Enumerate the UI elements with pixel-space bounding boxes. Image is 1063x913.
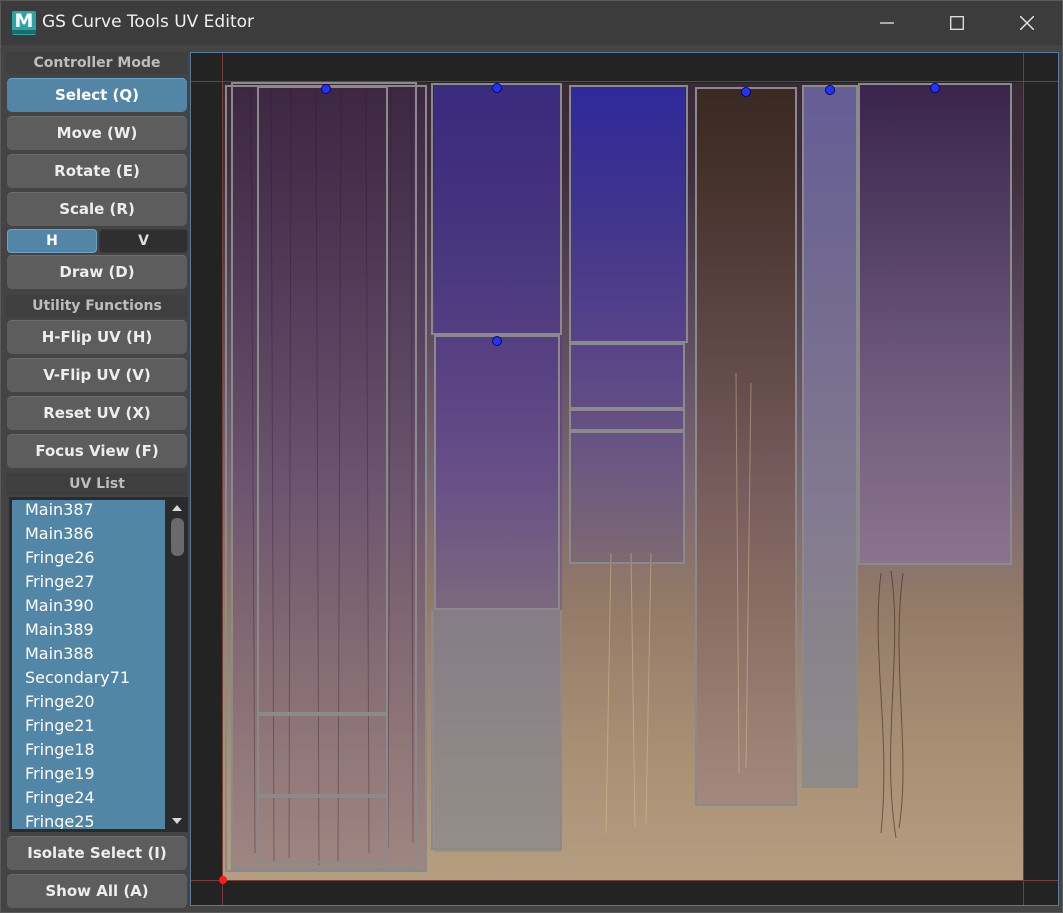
uv-list-items[interactable]: Main387 Main386 Fringe26 Fringe27 Main390 Mai… [12, 500, 165, 829]
title-bar[interactable]: M GS Curve Tools UV Editor [1, 1, 1062, 45]
uv-shell-handle[interactable] [321, 84, 331, 94]
uv-editor-window: M GS Curve Tools UV Editor Controller Mo… [0, 0, 1063, 913]
maya-icon: M [12, 10, 36, 35]
uv-list-item[interactable]: Fringe24 [12, 788, 165, 812]
uv-shell-handle[interactable] [492, 336, 502, 346]
move-button[interactable]: Move (W) [7, 116, 187, 150]
maximize-icon [950, 16, 964, 30]
uv-list-item[interactable]: Main390 [12, 596, 165, 620]
uv-list-item[interactable]: Fringe25 [12, 812, 165, 829]
uv-shell[interactable] [257, 86, 388, 863]
controller-mode-header: Controller Mode [6, 52, 188, 74]
show-all-button[interactable]: Show All (A) [7, 874, 187, 908]
uv-origin-marker [219, 876, 227, 884]
scale-v-toggle[interactable]: V [99, 229, 188, 253]
scale-button[interactable]: Scale (R) [7, 192, 187, 226]
uv-list-item[interactable]: Secondary71 [12, 668, 165, 692]
scroll-up-icon [172, 505, 182, 511]
uv-list-item[interactable]: Fringe19 [12, 764, 165, 788]
close-icon [1020, 16, 1034, 30]
maya-icon-letter: M [14, 10, 34, 32]
uv-list-item[interactable]: Fringe20 [12, 692, 165, 716]
uv-list-item[interactable]: Fringe21 [12, 716, 165, 740]
scroll-down-icon [172, 818, 182, 824]
uv-list-scrollbar[interactable] [167, 498, 187, 831]
uv-list-item[interactable]: Main386 [12, 524, 165, 548]
utility-functions-header: Utility Functions [6, 295, 188, 317]
uv-guide-right [1023, 53, 1024, 905]
reset-uv-button[interactable]: Reset UV (X) [7, 396, 187, 430]
uv-list-item[interactable]: Main387 [12, 500, 165, 524]
uv-list-item[interactable]: Main388 [12, 644, 165, 668]
close-button[interactable] [1004, 1, 1050, 45]
uv-list-item[interactable]: Fringe18 [12, 740, 165, 764]
v-flip-uv-button[interactable]: V-Flip UV (V) [7, 358, 187, 392]
rotate-button[interactable]: Rotate (E) [7, 154, 187, 188]
minimize-button[interactable] [864, 1, 910, 45]
uv-viewport[interactable] [190, 52, 1059, 906]
uv-shell-handle[interactable] [492, 83, 502, 93]
uv-list[interactable]: Main387 Main386 Fringe26 Fringe27 Main390 Mai… [9, 497, 188, 832]
window-title: GS Curve Tools UV Editor [42, 12, 254, 32]
minimize-icon [880, 22, 894, 24]
uv-shell-handle[interactable] [741, 87, 751, 97]
h-flip-uv-button[interactable]: H-Flip UV (H) [7, 320, 187, 354]
uv-shell[interactable] [802, 85, 858, 788]
uv-shell-divider [257, 712, 388, 716]
isolate-select-button[interactable]: Isolate Select (I) [7, 836, 187, 870]
uv-shell-divider [257, 794, 388, 798]
uv-list-item[interactable]: Fringe26 [12, 548, 165, 572]
focus-view-button[interactable]: Focus View (F) [7, 434, 187, 468]
select-button[interactable]: Select (Q) [7, 78, 187, 112]
uv-shell[interactable] [569, 343, 685, 409]
uv-shell-handle[interactable] [825, 85, 835, 95]
uv-shell[interactable] [431, 83, 562, 335]
uv-guide-left [222, 53, 223, 905]
uv-shell[interactable] [431, 610, 562, 850]
scale-h-toggle[interactable]: H [7, 229, 97, 253]
uv-list-item[interactable]: Main389 [12, 620, 165, 644]
scrollbar-thumb[interactable] [171, 518, 184, 556]
uv-guide-bottom [191, 880, 1058, 881]
uv-shell[interactable] [434, 335, 560, 610]
uv-shell[interactable] [569, 409, 685, 431]
uv-shell-handle[interactable] [930, 83, 940, 93]
uv-shell[interactable] [858, 83, 1012, 565]
uv-list-item[interactable]: Fringe27 [12, 572, 165, 596]
draw-button[interactable]: Draw (D) [7, 255, 187, 289]
uv-shell[interactable] [569, 431, 685, 564]
uv-shell[interactable] [569, 85, 688, 343]
maximize-button[interactable] [934, 1, 980, 45]
uv-shell[interactable] [695, 87, 797, 806]
uv-list-header: UV List [6, 473, 188, 495]
